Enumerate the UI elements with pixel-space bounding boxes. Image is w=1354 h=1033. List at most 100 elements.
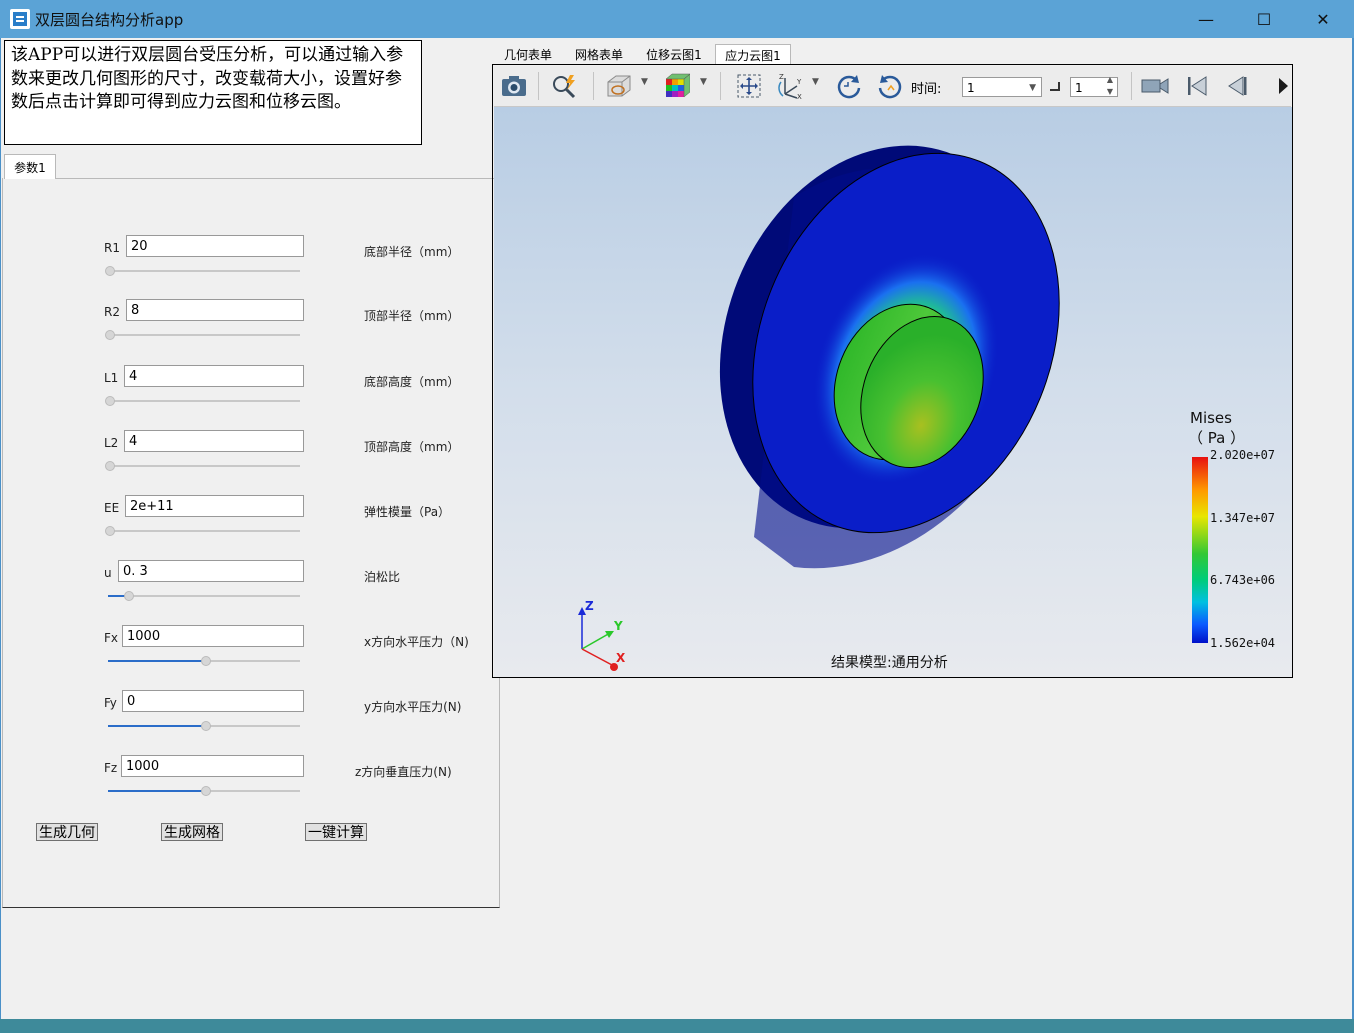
slider-handle[interactable]: [201, 656, 211, 666]
param-slider[interactable]: [108, 595, 300, 597]
taskbar: [0, 1019, 1354, 1033]
display-mode-icon[interactable]: [604, 72, 634, 100]
fit-view-icon[interactable]: [734, 72, 764, 100]
time-select[interactable]: 1 ▼: [962, 77, 1042, 97]
param-unit-label: 泊松比: [364, 570, 401, 584]
probe-icon[interactable]: [549, 72, 579, 100]
param-input[interactable]: 4: [124, 365, 304, 387]
video-icon[interactable]: [1140, 72, 1170, 100]
slider-handle[interactable]: [105, 526, 115, 536]
param-slider[interactable]: [108, 530, 300, 532]
tab-mesh-form[interactable]: 网格表单: [571, 44, 627, 64]
tab-stress-contour[interactable]: 应力云图1: [715, 44, 791, 65]
param-unit-label: 顶部半径（mm）: [364, 309, 460, 323]
axis-triad: [578, 607, 618, 671]
tab-geometry-form[interactable]: 几何表单: [500, 44, 556, 64]
next-frame-icon[interactable]: [1275, 72, 1291, 100]
chevron-down-icon[interactable]: ▼: [641, 77, 648, 87]
app-icon: [10, 9, 30, 29]
step-value: 1: [1075, 81, 1083, 95]
param-input[interactable]: 2e+11: [125, 495, 304, 517]
chevron-down-icon[interactable]: ▼: [700, 77, 707, 87]
minimize-button[interactable]: —: [1177, 0, 1235, 38]
window-title-bar[interactable]: [0, 0, 1354, 38]
window-border-left: [0, 38, 1, 1033]
slider-handle[interactable]: [105, 461, 115, 471]
param-unit-label: 底部半径（mm）: [364, 245, 460, 259]
maximize-button[interactable]: ☐: [1235, 0, 1293, 38]
param-input[interactable]: 4: [124, 430, 304, 452]
legend-title: Mises: [1190, 409, 1232, 427]
legend-colorbar: [1192, 457, 1208, 643]
tab-displacement-contour[interactable]: 位移云图1: [643, 44, 705, 64]
param-input[interactable]: 8: [126, 299, 304, 321]
axis-y-label: Y: [614, 619, 623, 633]
stress-contour-model: [719, 145, 1060, 569]
render-canvas[interactable]: Z Y X Mises （ Pa ） 2.020e+07 1.347e+07 6…: [494, 107, 1292, 677]
slider-handle[interactable]: [105, 330, 115, 340]
slider-handle[interactable]: [201, 721, 211, 731]
prev-frame-icon[interactable]: [1222, 72, 1252, 100]
tab-params-1[interactable]: 参数1: [4, 154, 56, 179]
window-title: 双层圆台结构分析app: [35, 11, 184, 29]
generate-geometry-button[interactable]: 生成几何: [36, 823, 98, 841]
toolbar-separator: [538, 72, 539, 100]
slider-handle[interactable]: [105, 266, 115, 276]
toolbar-separator: [1131, 72, 1132, 100]
legend-value: 1.347e+07: [1210, 511, 1276, 525]
param-slider[interactable]: [108, 270, 300, 272]
rotate-cw-icon[interactable]: [834, 72, 864, 100]
param-label: Fy: [104, 696, 117, 710]
result-viewer[interactable]: ▼ ▼ ZYX ▼ 时间: 1 ▼ 1 ▲ ▼ Z Y X Mises （ Pa…: [492, 64, 1293, 678]
axis-x-label: X: [616, 651, 626, 665]
param-slider[interactable]: [108, 334, 300, 336]
param-label: R2: [104, 305, 120, 319]
result-model-label: 结果模型:通用分析: [831, 655, 948, 671]
slider-handle[interactable]: [201, 786, 211, 796]
rotate-ccw-icon[interactable]: [875, 72, 905, 100]
param-label: R1: [104, 241, 120, 255]
time-value: 1: [967, 81, 975, 95]
svg-text:Z: Z: [779, 73, 784, 81]
time-label: 时间:: [911, 82, 942, 97]
param-label: Fx: [104, 631, 119, 645]
param-label: EE: [104, 501, 120, 515]
param-label: Fz: [104, 761, 118, 775]
compute-button[interactable]: 一键计算: [305, 823, 367, 841]
toolbar-separator: [593, 72, 594, 100]
legend-value: 6.743e+06: [1210, 573, 1276, 587]
camera-icon[interactable]: [499, 72, 529, 100]
param-input[interactable]: 1000: [122, 625, 304, 647]
slider-handle[interactable]: [105, 396, 115, 406]
chevron-down-icon[interactable]: ▼: [812, 77, 819, 87]
param-label: u: [104, 566, 112, 580]
param-unit-label: 顶部高度（mm）: [364, 440, 460, 454]
step-spinbox[interactable]: 1 ▲ ▼: [1070, 74, 1118, 98]
params-panel: [2, 178, 500, 908]
generate-mesh-button[interactable]: 生成网格: [161, 823, 223, 841]
slider-fill: [108, 790, 204, 792]
param-unit-label: y方向水平压力(N): [364, 700, 462, 714]
first-frame-icon[interactable]: [1182, 72, 1212, 100]
colormap-icon[interactable]: [662, 72, 692, 100]
legend-max-value: 2.020e+07: [1210, 448, 1276, 462]
param-slider[interactable]: [108, 465, 300, 467]
chevron-down-icon: ▼: [1029, 83, 1036, 93]
param-slider[interactable]: [108, 400, 300, 402]
axes-view-icon[interactable]: Z YX: [776, 72, 806, 100]
close-button[interactable]: ✕: [1294, 0, 1352, 38]
axis-z-label: Z: [585, 599, 594, 613]
svg-text:X: X: [797, 93, 802, 100]
slider-fill: [108, 725, 204, 727]
viewer-toolbar: ▼ ▼ Z YX ▼ 时间: 1 ▼ 1 ▲ ▼: [494, 66, 1291, 107]
param-input[interactable]: 20: [126, 235, 304, 257]
slider-handle[interactable]: [124, 591, 134, 601]
param-input[interactable]: 0. 3: [118, 560, 304, 582]
param-unit-label: z方向垂直压力(N): [355, 765, 452, 779]
svg-text:Y: Y: [796, 78, 802, 86]
param-input[interactable]: 0: [122, 690, 304, 712]
param-input[interactable]: 1000: [121, 755, 304, 777]
spin-arrows-icon[interactable]: ▲ ▼: [1107, 74, 1113, 98]
description-text: 该APP可以进行双层圆台受压分析，可以通过输入参数来更改几何图形的尺寸，改变载荷…: [4, 40, 422, 145]
legend-min-value: 1.562e+04: [1210, 636, 1276, 650]
